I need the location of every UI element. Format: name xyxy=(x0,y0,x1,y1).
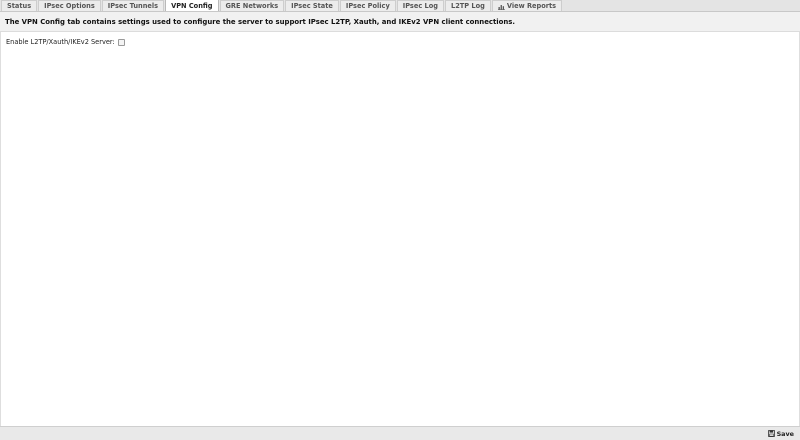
tab-l2tp-log[interactable]: L2TP Log xyxy=(445,0,491,11)
tab-label: GRE Networks xyxy=(225,2,279,10)
tab-bar: Status IPsec Options IPsec Tunnels VPN C… xyxy=(0,0,800,12)
tab-ipsec-tunnels[interactable]: IPsec Tunnels xyxy=(101,0,165,11)
footer-bar: Save xyxy=(0,426,800,440)
tab-description: The VPN Config tab contains settings use… xyxy=(0,12,800,32)
tab-label: IPsec Policy xyxy=(345,2,390,10)
tab-label: L2TP Log xyxy=(451,2,485,10)
tab-ipsec-state[interactable]: IPsec State xyxy=(285,0,339,11)
tab-label: IPsec Options xyxy=(44,2,95,10)
tab-label: IPsec Log xyxy=(402,2,438,10)
tab-label: IPsec State xyxy=(291,2,333,10)
tab-label: VPN Config xyxy=(171,1,213,10)
enable-server-checkbox[interactable] xyxy=(117,38,125,46)
save-label: Save xyxy=(776,430,794,438)
tab-label: IPsec Tunnels xyxy=(107,2,159,10)
enable-server-label: Enable L2TP/Xauth/IKEv2 Server: xyxy=(6,38,115,46)
tab-ipsec-log[interactable]: IPsec Log xyxy=(396,0,444,11)
tab-view-reports[interactable]: View Reports xyxy=(491,0,563,11)
tab-ipsec-policy[interactable]: IPsec Policy xyxy=(339,0,396,11)
tab-label: View Reports xyxy=(506,2,557,10)
floppy-disk-icon xyxy=(767,429,775,439)
enable-server-row: Enable L2TP/Xauth/IKEv2 Server: xyxy=(6,38,125,46)
tab-status[interactable]: Status xyxy=(1,0,38,11)
tab-label: Status xyxy=(7,2,32,10)
chart-icon xyxy=(497,3,505,10)
content-panel: Enable L2TP/Xauth/IKEv2 Server: xyxy=(0,32,800,426)
tab-vpn-config[interactable]: VPN Config xyxy=(165,0,219,11)
save-button[interactable]: Save xyxy=(767,429,794,439)
tab-ipsec-options[interactable]: IPsec Options xyxy=(38,0,101,11)
tab-gre-networks[interactable]: GRE Networks xyxy=(219,0,285,11)
